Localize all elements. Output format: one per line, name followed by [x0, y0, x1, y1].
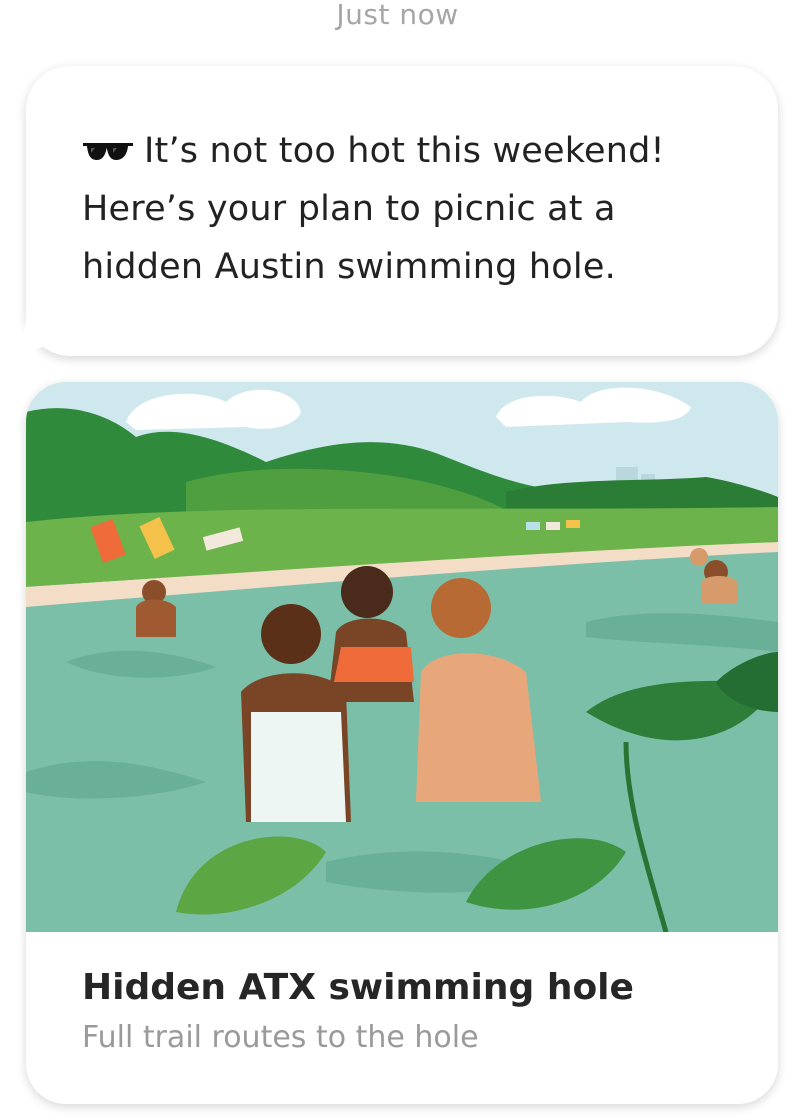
card-title: Hidden ATX swimming hole: [82, 967, 634, 1008]
card-subtitle: Full trail routes to the hole: [82, 1020, 479, 1055]
sunglasses-icon: [82, 124, 134, 160]
bubble-tail: [12, 312, 60, 352]
message-line-2: Here’s your plan to picnic at a: [82, 189, 616, 229]
message-line-3: hidden Austin swimming hole.: [82, 247, 616, 287]
message-line-1: It’s not too hot this weekend!: [144, 131, 665, 171]
swimming-hole-illustration: [26, 382, 778, 932]
plan-card[interactable]: Hidden ATX swimming hole Full trail rout…: [26, 382, 778, 1104]
chat-message-bubble: It’s not too hot this weekend! Here’s yo…: [26, 66, 778, 356]
message-text: It’s not too hot this weekend! Here’s yo…: [82, 122, 738, 296]
message-timestamp: Just now: [336, 0, 459, 31]
